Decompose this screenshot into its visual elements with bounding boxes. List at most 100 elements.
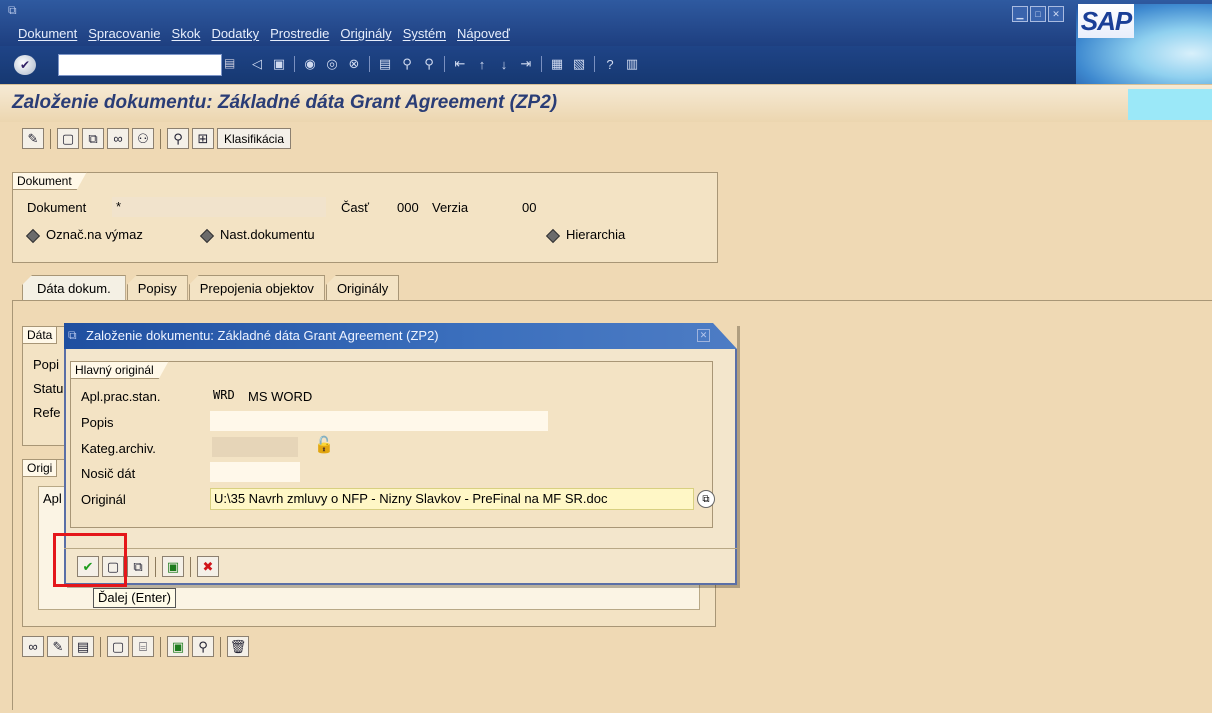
- cancel-x-icon[interactable]: ✖: [197, 556, 219, 577]
- copy-document-icon[interactable]: ⧉: [82, 128, 104, 149]
- highlight-box: [53, 533, 127, 587]
- help-icon[interactable]: ?: [601, 55, 619, 73]
- cast-value: 000: [397, 200, 419, 215]
- open-file-icon[interactable]: ⧉: [697, 490, 715, 508]
- menu-item-napoved[interactable]: Nápoveď: [457, 26, 510, 41]
- find-icon[interactable]: ⚲: [398, 55, 416, 73]
- binoculars-icon[interactable]: ⚇: [132, 128, 154, 149]
- minimize-icon[interactable]: ▁: [1012, 6, 1028, 22]
- enter-icon[interactable]: ✔: [14, 55, 36, 75]
- status-row-label: Statu: [33, 381, 64, 396]
- import-icon[interactable]: ▣: [162, 556, 184, 577]
- exit-icon[interactable]: ◎: [323, 55, 341, 73]
- klasifikacia-button[interactable]: Klasifikácia: [217, 128, 292, 149]
- system-menu-icon[interactable]: ⧉: [8, 3, 17, 18]
- oznac-label: Označ.na výmaz: [46, 227, 143, 242]
- menu-item-prostredie[interactable]: Prostredie: [270, 26, 329, 41]
- dokument-input[interactable]: *: [112, 197, 326, 217]
- nast-label: Nast.dokumentu: [220, 227, 315, 242]
- new-document-icon[interactable]: ▢: [57, 128, 79, 149]
- menu-item-originaly[interactable]: Originály: [340, 26, 391, 41]
- menu-item-dodatky[interactable]: Dodatky: [211, 26, 259, 41]
- tabstrip: Dáta dokum. Popisy Prepojenia objektov O…: [22, 275, 400, 300]
- delete-icon[interactable]: 🗑: [227, 636, 249, 657]
- sap-logo-text: SAP: [1078, 4, 1134, 38]
- hierarchy-icon[interactable]: ⊞: [192, 128, 214, 149]
- search-icon[interactable]: ⚲: [167, 128, 189, 149]
- cancel-icon[interactable]: ⊗: [345, 55, 363, 73]
- tooltip: Ďalej (Enter): [93, 588, 176, 608]
- checkin-icon[interactable]: ▣: [167, 636, 189, 657]
- popup-title: Založenie dokumentu: Základné dáta Grant…: [64, 323, 737, 349]
- menu-item-spracovanie[interactable]: Spracovanie: [88, 26, 160, 41]
- edit-original-icon[interactable]: ✎: [47, 636, 69, 657]
- apl-desc: MS WORD: [248, 389, 313, 404]
- menu-item-skok[interactable]: Skok: [172, 26, 201, 41]
- find-next-icon[interactable]: ⚲: [420, 55, 438, 73]
- print-icon[interactable]: ▤: [376, 55, 394, 73]
- first-page-icon[interactable]: ⇤: [451, 55, 469, 73]
- close-icon[interactable]: ✕: [1048, 6, 1064, 22]
- apl-label: Apl.prac.stan.: [81, 389, 161, 404]
- save-icon[interactable]: ▣: [270, 55, 288, 73]
- menu-items: Dokument Spracovanie Skok Dodatky Prostr…: [18, 26, 510, 41]
- hlavny-original-title: Hlavný originál: [70, 361, 169, 379]
- command-history-icon[interactable]: ▤: [224, 56, 236, 74]
- back-arrow-icon[interactable]: ◁: [248, 55, 266, 73]
- popis-row-label: Popi: [33, 357, 60, 372]
- shortcut-icon[interactable]: ▧: [570, 55, 588, 73]
- previous-page-icon[interactable]: ↑: [473, 55, 491, 73]
- nast-dokumentu[interactable]: Nast.dokumentu: [199, 227, 315, 243]
- menu-item-dokument[interactable]: Dokument: [18, 26, 77, 41]
- popup-close-icon[interactable]: ✕: [697, 329, 710, 342]
- new-session-icon[interactable]: ▦: [548, 55, 566, 73]
- command-field[interactable]: [58, 54, 222, 76]
- popup-system-icon[interactable]: ⧉: [68, 328, 77, 343]
- originals-group-title: Origi: [22, 459, 58, 477]
- tab-popisy[interactable]: Popisy: [126, 275, 188, 300]
- window-buttons: ▁ □ ✕: [1012, 6, 1064, 22]
- hierarchia[interactable]: Hierarchia: [545, 227, 626, 243]
- copy-icon[interactable]: ⧉: [127, 556, 149, 577]
- oznac-na-vymaz[interactable]: Označ.na výmaz: [25, 227, 143, 243]
- apl-code[interactable]: WRD: [213, 388, 235, 402]
- diamond-icon: [545, 228, 561, 243]
- edit-pencil-icon[interactable]: ✎: [22, 128, 44, 149]
- sap-logo: SAP: [1076, 4, 1212, 94]
- nosic-input[interactable]: [210, 462, 300, 482]
- layout-menu-icon[interactable]: ▥: [623, 55, 641, 73]
- new-original-icon[interactable]: ▢: [107, 636, 129, 657]
- application-toolbar: ✎ ▢ ⧉ ∞ ⚇ ⚲ ⊞ Klasifikácia: [22, 128, 292, 149]
- verzia-label: Verzia: [432, 200, 469, 215]
- popis-input[interactable]: [210, 411, 548, 431]
- popup-corner: [713, 323, 737, 349]
- popis-label: Popis: [81, 415, 114, 430]
- menu-item-system[interactable]: Systém: [403, 26, 446, 41]
- tab-data-dokum[interactable]: Dáta dokum.: [22, 275, 126, 300]
- view-icon[interactable]: ⚲: [192, 636, 214, 657]
- last-page-icon[interactable]: ⇥: [517, 55, 535, 73]
- lock-icon[interactable]: 🔓: [314, 435, 334, 455]
- display-icon[interactable]: ∞: [107, 128, 129, 149]
- originals-col-apl: Apl: [43, 491, 62, 506]
- tab-prepojenia[interactable]: Prepojenia objektov: [188, 275, 325, 300]
- back-icon[interactable]: ◉: [301, 55, 319, 73]
- kateg-input: [212, 437, 298, 457]
- display-original-icon[interactable]: ∞: [22, 636, 44, 657]
- ref-row-label: Refe: [33, 405, 61, 420]
- print-original-icon[interactable]: ▤: [72, 636, 94, 657]
- original-input[interactable]: U:\35 Navrh zmluvy o NFP - Nizny Slavkov…: [210, 488, 694, 510]
- tab-originaly[interactable]: Originály: [325, 275, 400, 300]
- popup-divider: [64, 548, 737, 549]
- dokument-group: [12, 172, 718, 263]
- next-page-icon[interactable]: ↓: [495, 55, 513, 73]
- maximize-icon[interactable]: □: [1030, 6, 1046, 22]
- open-folder-icon[interactable]: ⌸: [132, 636, 154, 657]
- dokument-group-title: Dokument: [12, 172, 87, 190]
- standard-toolbar-icons: ◁ ▣ ◉ ◎ ⊗ ▤ ⚲ ⚲ ⇤ ↑ ↓ ⇥ ▦ ▧ ? ▥: [248, 55, 641, 73]
- kateg-label: Kateg.archiv.: [81, 441, 156, 456]
- diamond-icon: [199, 228, 215, 243]
- hierarchia-label: Hierarchia: [566, 227, 626, 242]
- title-accent: [1128, 89, 1212, 120]
- original-label: Originál: [81, 492, 126, 507]
